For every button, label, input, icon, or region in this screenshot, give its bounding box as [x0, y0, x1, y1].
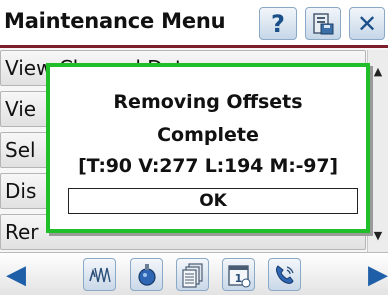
- menu-item-label: Sel: [5, 138, 36, 162]
- help-button[interactable]: ?: [259, 7, 297, 40]
- sensor-icon: [137, 263, 156, 286]
- waveform-icon: [88, 267, 111, 282]
- phone-button[interactable]: [268, 258, 301, 291]
- previous-page-icon[interactable]: ◀: [6, 262, 26, 288]
- save-document-icon: [313, 12, 334, 34]
- footer-toolbar: ◀ 1 ▶: [0, 252, 388, 295]
- next-page-icon[interactable]: ▶: [368, 262, 388, 288]
- maintenance-screen: Maintenance Menu ? ✕ View Channel Data V…: [0, 0, 388, 295]
- calendar-1-icon: 1: [227, 264, 250, 287]
- waveform-button[interactable]: [83, 258, 116, 291]
- ok-button[interactable]: OK: [68, 188, 358, 214]
- close-icon: ✕: [356, 9, 378, 38]
- pages-button[interactable]: [176, 258, 209, 291]
- offset-complete-dialog: Removing Offsets Complete [T:90 V:277 L:…: [46, 63, 370, 233]
- menu-item-label: Dis: [5, 179, 37, 203]
- pages-icon: [181, 262, 203, 288]
- header-divider: [0, 45, 388, 48]
- header-bar: Maintenance Menu ? ✕: [0, 0, 388, 48]
- offset-values: [T:90 V:277 L:194 M:-97]: [78, 155, 338, 177]
- dialog-title: Removing Offsets: [113, 91, 303, 113]
- save-button[interactable]: [305, 7, 341, 40]
- dialog-status: Complete: [157, 124, 259, 146]
- close-button[interactable]: ✕: [349, 7, 385, 40]
- menu-item-label: Rer: [5, 220, 39, 244]
- sensor-button[interactable]: [130, 258, 163, 291]
- calendar-button[interactable]: 1: [222, 258, 255, 291]
- page-title: Maintenance Menu: [4, 9, 226, 33]
- svg-text:1: 1: [234, 272, 242, 285]
- phone-icon: [275, 264, 294, 284]
- help-icon: ?: [271, 9, 285, 38]
- menu-item-label: Vie: [5, 97, 37, 121]
